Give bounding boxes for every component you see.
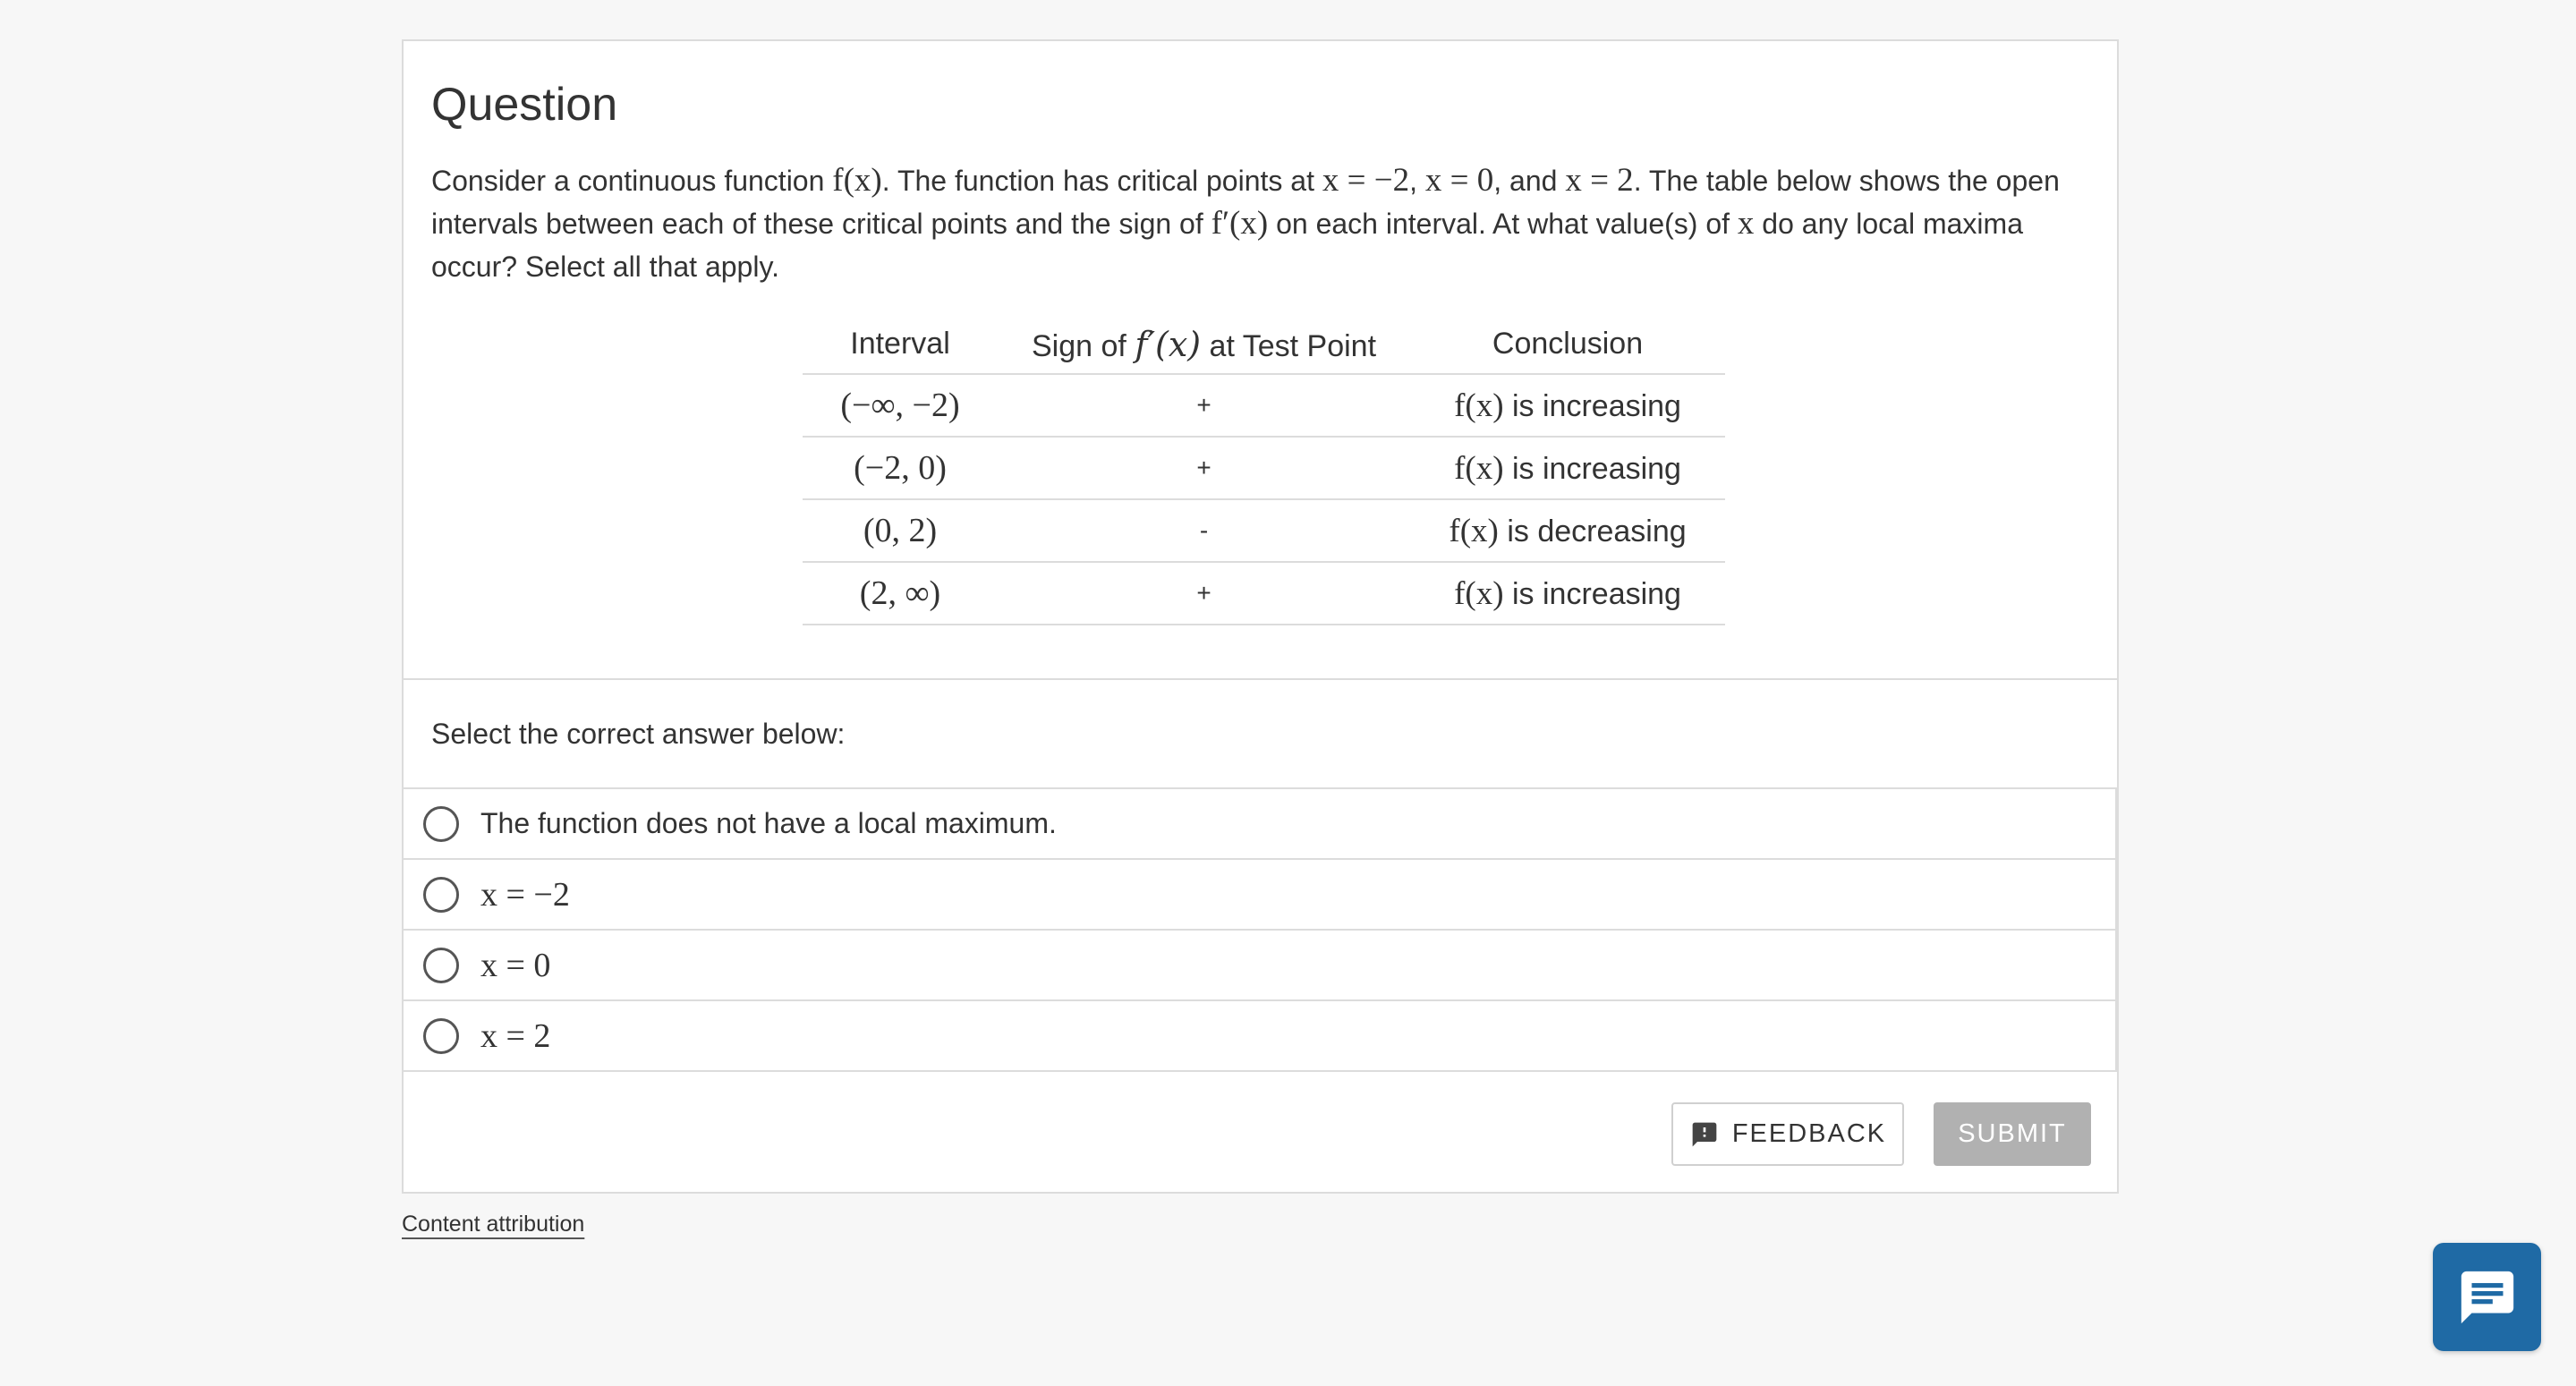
question-text-part: on each interval. At what value(s) of — [1268, 208, 1738, 240]
interval-cell: (2, ∞) — [803, 562, 998, 625]
conclusion-cell: f(x) is increasing — [1410, 562, 1726, 625]
question-card: Question Consider a continuous function … — [402, 39, 2119, 1194]
answer-option-x-neg-2[interactable]: x = −2 — [404, 860, 2117, 931]
sign-cell: - — [998, 499, 1411, 563]
option-label: The function does not have a local maxim… — [480, 807, 1057, 839]
math-expression: (−∞, −2) — [840, 387, 960, 424]
math-expression: f(x) — [1454, 387, 1504, 424]
conclusion-text: is increasing — [1503, 388, 1681, 423]
feedback-label: FEEDBACK — [1731, 1119, 1887, 1148]
math-expression: x = 0 — [1424, 162, 1494, 199]
table-row: (−2, 0) + f(x) is increasing — [803, 437, 1726, 500]
option-label: x = −2 — [480, 875, 570, 914]
feedback-icon — [1692, 1122, 1717, 1146]
math-expression: (−2, 0) — [854, 449, 947, 487]
math-expression: f(x) — [1449, 512, 1499, 549]
answer-section: Select the correct answer below: The fun… — [404, 680, 2117, 1194]
conclusion-text: is decreasing — [1498, 514, 1687, 548]
conclusion-cell: f(x) is increasing — [1410, 374, 1726, 438]
radio-button[interactable] — [423, 1017, 459, 1054]
question-section: Question Consider a continuous function … — [404, 41, 2117, 680]
header-sign-suffix: at Test Point — [1201, 328, 1377, 363]
header-sign: Sign of f′(x) at Test Point — [998, 315, 1411, 375]
math-expression: (0, 2) — [863, 512, 938, 549]
question-text-part: . The function has critical points at — [881, 165, 1322, 197]
table-header-row: Interval Sign of f′(x) at Test Point Con… — [803, 315, 1726, 375]
table-row: (0, 2) - f(x) is decreasing — [803, 499, 1726, 563]
header-conclusion: Conclusion — [1410, 315, 1726, 375]
math-expression: x = 2 — [1565, 162, 1634, 199]
radio-button[interactable] — [423, 805, 459, 842]
math-expression: x = −2 — [1322, 162, 1410, 199]
math-expression: f(x) — [832, 162, 882, 199]
math-expression: (2, ∞) — [859, 574, 941, 612]
math-expression: x — [1737, 205, 1755, 242]
math-expression: f(x) — [1454, 449, 1504, 487]
option-label: x = 2 — [480, 1016, 551, 1055]
question-heading: Question — [431, 79, 618, 131]
answer-prompt: Select the correct answer below: — [404, 680, 2117, 789]
sign-cell: + — [998, 562, 1411, 625]
math-expression: f′(x) — [1135, 324, 1202, 364]
header-interval: Interval — [803, 315, 998, 375]
chat-button[interactable] — [2433, 1243, 2541, 1351]
sign-cell: + — [998, 437, 1411, 500]
answer-option-no-maximum[interactable]: The function does not have a local maxim… — [404, 789, 2117, 860]
math-expression: f(x) — [1454, 574, 1504, 612]
conclusion-cell: f(x) is increasing — [1410, 437, 1726, 500]
feedback-button[interactable]: FEEDBACK — [1671, 1102, 1904, 1166]
question-text: Consider a continuous function f(x). The… — [431, 159, 2087, 288]
chat-icon — [2461, 1271, 2513, 1323]
submit-button[interactable]: SUBMIT — [1934, 1102, 2091, 1166]
question-text-part: , and — [1493, 165, 1566, 197]
conclusion-cell: f(x) is decreasing — [1410, 499, 1726, 563]
answer-option-x-2[interactable]: x = 2 — [404, 1001, 2117, 1072]
conclusion-text: is increasing — [1503, 576, 1681, 611]
question-text-part: , — [1409, 165, 1425, 197]
interval-cell: (−∞, −2) — [803, 374, 998, 438]
answer-option-x-0[interactable]: x = 0 — [404, 931, 2117, 1001]
table-row: (2, ∞) + f(x) is increasing — [803, 562, 1726, 625]
content-attribution-link[interactable]: Content attribution — [402, 1212, 584, 1237]
option-label: x = 0 — [480, 946, 551, 984]
math-expression: f′(x) — [1211, 205, 1269, 242]
conclusion-text: is increasing — [1503, 451, 1681, 486]
sign-chart-table: Interval Sign of f′(x) at Test Point Con… — [803, 315, 1726, 625]
sign-cell: + — [998, 374, 1411, 438]
table-row: (−∞, −2) + f(x) is increasing — [803, 374, 1726, 438]
header-sign-prefix: Sign of — [1032, 328, 1135, 363]
question-text-part: Consider a continuous function — [431, 165, 833, 197]
interval-cell: (−2, 0) — [803, 437, 998, 500]
radio-button[interactable] — [423, 947, 459, 983]
action-bar: FEEDBACK SUBMIT — [404, 1072, 2117, 1194]
radio-button[interactable] — [423, 876, 459, 913]
interval-cell: (0, 2) — [803, 499, 998, 563]
